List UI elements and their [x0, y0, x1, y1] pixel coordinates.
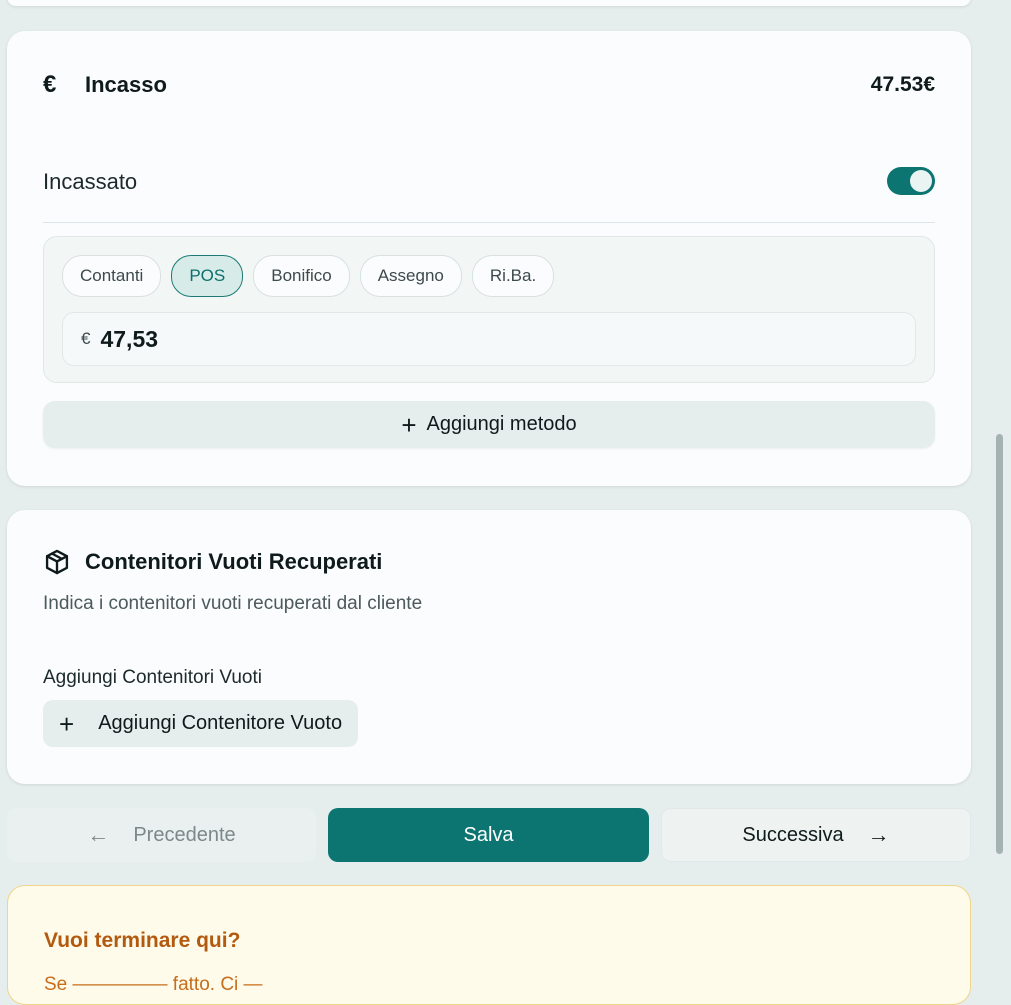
method-chip-riba[interactable]: Ri.Ba. — [471, 255, 555, 297]
previous-card-bottom — [7, 0, 971, 6]
method-chip-bonifico[interactable]: Bonifico — [253, 255, 350, 297]
contenitori-card: Contenitori Vuoti Recuperati Indica i co… — [7, 510, 971, 784]
amount-currency-prefix: € — [81, 329, 91, 348]
save-button[interactable]: Salva — [328, 808, 649, 862]
next-button[interactable]: Successiva → — [661, 808, 971, 862]
method-chip-contanti[interactable]: Contanti — [62, 255, 162, 297]
contenitori-header: Contenitori Vuoti Recuperati — [43, 548, 382, 576]
contenitori-description: Indica i contenitori vuoti recuperati da… — [43, 593, 423, 614]
previous-button[interactable]: ← Precedente — [7, 808, 316, 862]
incassato-label: Incassato — [43, 169, 138, 194]
save-label: Salva — [463, 823, 514, 846]
divider — [43, 222, 935, 223]
add-contenitore-button[interactable]: + Aggiungi Contenitore Vuoto — [43, 700, 359, 747]
arrow-left-icon: ← — [87, 822, 110, 847]
add-method-button[interactable]: + Aggiungi metodo — [43, 401, 935, 448]
next-label: Successiva — [742, 823, 844, 846]
warning-text: Se ————— fatto. Ci — — [44, 974, 263, 995]
add-contenitore-label: Aggiungi Contenitore Vuoto — [98, 712, 343, 734]
incasso-title: Incasso — [85, 72, 167, 97]
payment-method-chips: Contanti POS Bonifico Assegno Ri.Ba. — [62, 255, 555, 297]
scrollbar[interactable] — [996, 434, 1003, 854]
box-icon — [45, 549, 69, 575]
contenitori-title: Contenitori Vuoti Recuperati — [85, 549, 383, 574]
method-chip-assegno[interactable]: Assegno — [359, 255, 462, 297]
incasso-header: € Incasso — [43, 71, 167, 99]
plus-icon: + — [401, 409, 417, 440]
incasso-total: 47.53€ — [870, 73, 935, 96]
incasso-card: € Incasso 47.53€ Incassato Contanti POS … — [7, 31, 971, 486]
add-method-label: Aggiungi metodo — [426, 413, 577, 435]
amount-input[interactable]: € 47,53 — [62, 312, 916, 366]
warning-title: Vuoi terminare qui? — [44, 929, 241, 952]
euro-icon: € — [43, 71, 57, 98]
method-chip-pos[interactable]: POS — [171, 255, 244, 297]
toggle-knob — [910, 170, 932, 192]
payment-method-panel: Contanti POS Bonifico Assegno Ri.Ba. € 4… — [43, 236, 935, 383]
incassato-toggle[interactable] — [887, 167, 935, 195]
plus-icon: + — [59, 708, 75, 739]
previous-label: Precedente — [133, 823, 236, 846]
contenitori-subheading: Aggiungi Contenitori Vuoti — [43, 667, 262, 688]
arrow-right-icon: → — [867, 822, 890, 847]
finish-here-warning: Vuoi terminare qui? Se ————— fatto. Ci — — [7, 885, 971, 1005]
amount-value: 47,53 — [100, 325, 159, 352]
